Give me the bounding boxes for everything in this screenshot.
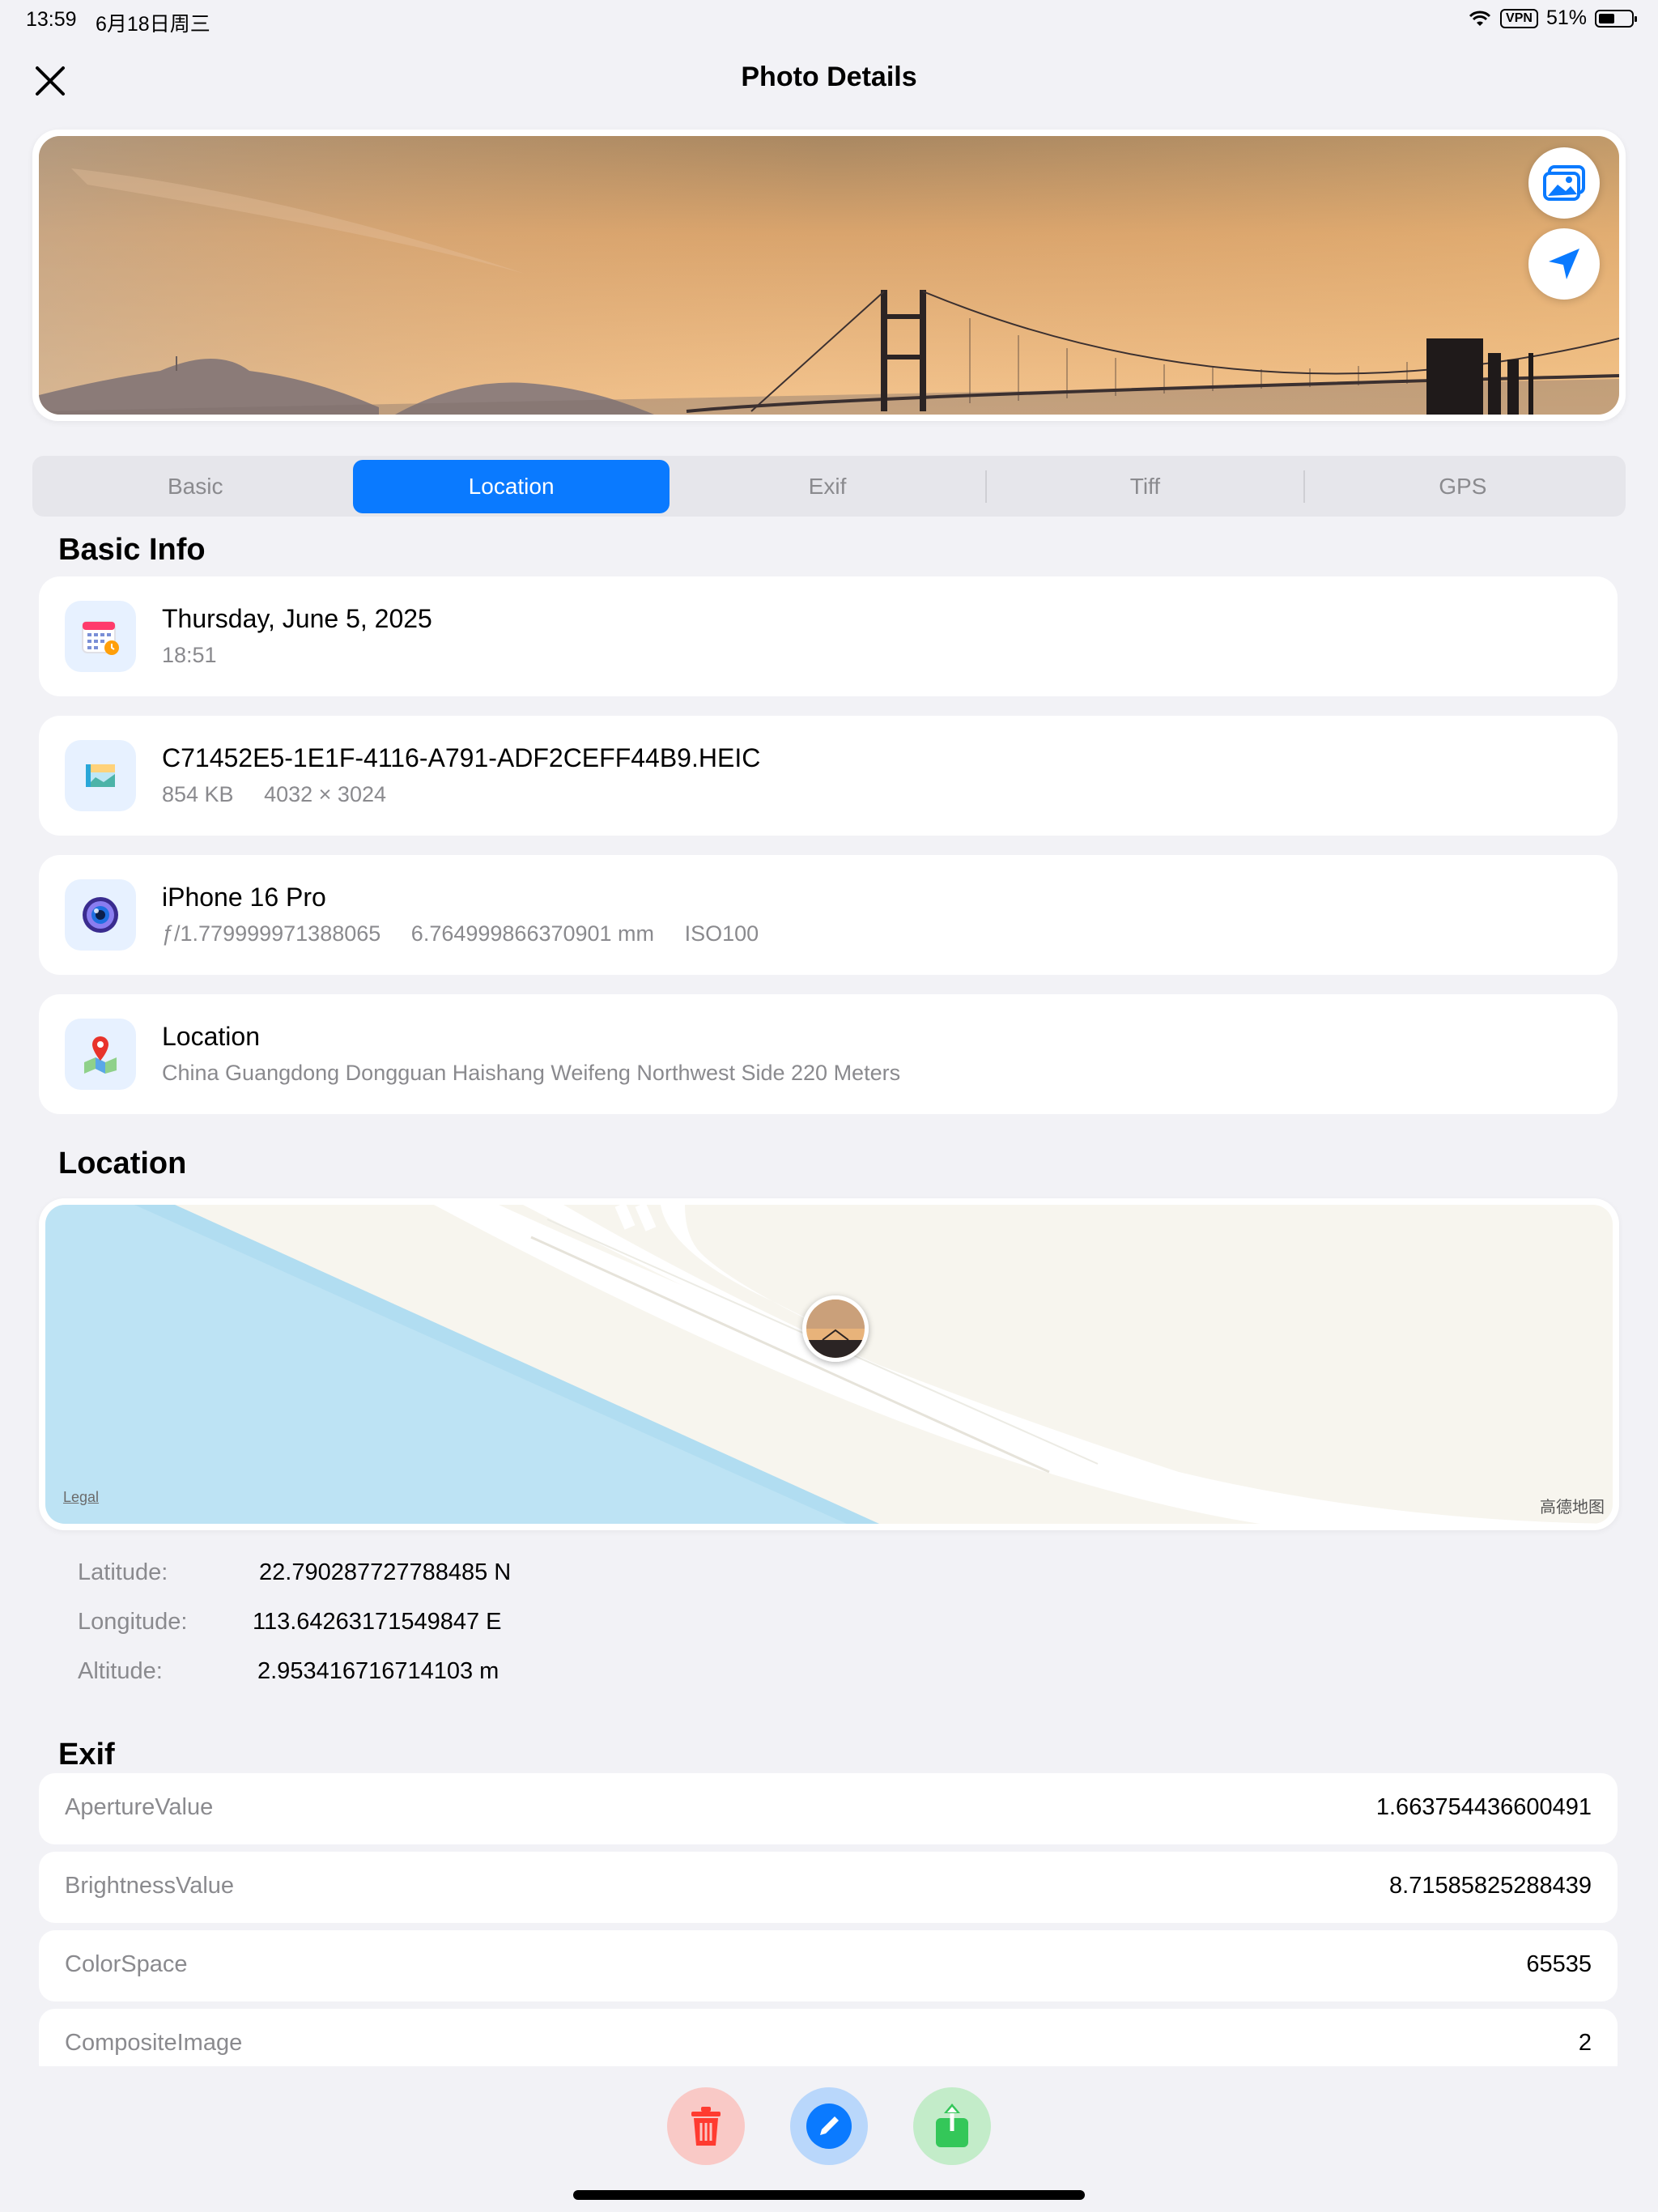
- longitude-value: 113.64263171549847 E: [253, 1609, 502, 1635]
- photo-location-pin[interactable]: [802, 1295, 869, 1362]
- open-photo-button[interactable]: [1528, 147, 1600, 219]
- vpn-badge: VPN: [1500, 8, 1538, 28]
- status-date: 6月18日周三: [96, 13, 210, 36]
- pencil-icon: [806, 2104, 852, 2149]
- longitude-label: Longitude:: [78, 1609, 188, 1635]
- battery-level: [1599, 13, 1614, 23]
- home-indicator[interactable]: [573, 2190, 1085, 2200]
- navigate-button[interactable]: [1528, 228, 1600, 300]
- exif-heading: Exif: [58, 1738, 115, 1772]
- aperture-value: ƒ/1.779999971388065: [162, 921, 381, 946]
- location-map[interactable]: Legal 高德地图: [39, 1198, 1619, 1530]
- basic-info-heading: Basic Info: [58, 533, 206, 567]
- altitude-label: Altitude:: [78, 1658, 163, 1684]
- location-title: Location: [162, 1022, 260, 1051]
- map-provider-logo: 高德地图: [1540, 1499, 1605, 1516]
- tab-exif[interactable]: Exif: [670, 460, 985, 513]
- share-icon: [936, 2104, 968, 2147]
- exif-value: 1.663754436600491: [1375, 1794, 1592, 1820]
- altitude-row: Altitude: 2.953416716714103 m: [78, 1658, 499, 1685]
- trash-icon: [691, 2107, 721, 2146]
- date-title: Thursday, June 5, 2025: [162, 604, 432, 633]
- page-title: Photo Details: [741, 62, 917, 92]
- camera-settings: ƒ/1.779999971388065 6.764999866370901 mm…: [162, 921, 783, 946]
- file-card[interactable]: C71452E5-1E1F-4116-A791-ADF2CEFF44B9.HEI…: [39, 716, 1618, 836]
- status-indicators: VPN 51%: [1468, 6, 1637, 30]
- exif-value: 65535: [1526, 1951, 1592, 1977]
- file-meta: 854 KB 4032 × 3024: [162, 782, 410, 807]
- share-button[interactable]: [913, 2087, 991, 2165]
- exif-value: 2: [1578, 2030, 1592, 2056]
- exif-key: BrightnessValue: [65, 1873, 235, 1899]
- tab-gps[interactable]: GPS: [1305, 460, 1621, 513]
- exif-key: ApertureValue: [65, 1794, 214, 1820]
- exif-row[interactable]: ApertureValue 1.663754436600491: [39, 1773, 1618, 1844]
- photo-details-screen: 13:59 6月18日周三 VPN 51% Photo Details Basi…: [0, 0, 1658, 2212]
- camera-lens-icon: [65, 879, 136, 951]
- tab-location[interactable]: Location: [353, 459, 670, 513]
- image-file-icon: [65, 740, 136, 811]
- exif-row[interactable]: BrightnessValue 8.71585825288439: [39, 1852, 1618, 1923]
- location-heading: Location: [58, 1146, 187, 1180]
- iso-value: ISO100: [684, 921, 759, 946]
- map-pin-icon: [65, 1019, 136, 1090]
- battery-icon: [1595, 9, 1637, 28]
- photo-image: [39, 136, 1619, 415]
- exif-value: 8.71585825288439: [1389, 1873, 1592, 1899]
- date-time: 18:51: [162, 643, 217, 667]
- tab-tiff[interactable]: Tiff: [987, 460, 1303, 513]
- photos-icon: [1543, 165, 1585, 201]
- latitude-row: Latitude: 22.790287727788485 N: [78, 1559, 511, 1586]
- status-bar: 13:59 6月18日周三 VPN 51%: [0, 0, 1658, 39]
- exif-key: CompositeImage: [65, 2030, 243, 2056]
- file-size: 854 KB: [162, 782, 234, 806]
- camera-model: iPhone 16 Pro: [162, 883, 326, 912]
- tab-basic[interactable]: Basic: [37, 460, 353, 513]
- exif-row[interactable]: ColorSpace 65535: [39, 1930, 1618, 2001]
- delete-button[interactable]: [667, 2087, 745, 2165]
- camera-card[interactable]: iPhone 16 Pro ƒ/1.779999971388065 6.7649…: [39, 855, 1618, 975]
- location-card[interactable]: Location China Guangdong Dongguan Haisha…: [39, 994, 1618, 1114]
- date-card[interactable]: Thursday, June 5, 2025 18:51: [39, 576, 1618, 696]
- altitude-value: 2.953416716714103 m: [257, 1658, 500, 1684]
- battery-percent: 51%: [1545, 6, 1587, 29]
- file-name: C71452E5-1E1F-4116-A791-ADF2CEFF44B9.HEI…: [162, 743, 761, 772]
- legal-link[interactable]: Legal: [63, 1489, 99, 1506]
- photo-preview[interactable]: [32, 130, 1626, 421]
- calendar-icon: [65, 601, 136, 672]
- location-arrow-icon: [1549, 249, 1579, 279]
- tab-bar: Basic Location Exif Tiff GPS: [32, 456, 1626, 517]
- exif-key: ColorSpace: [65, 1951, 188, 1977]
- latitude-value: 22.790287727788485 N: [259, 1559, 512, 1585]
- status-time: 13:59: [26, 8, 77, 31]
- focal-length-value: 6.764999866370901 mm: [410, 921, 655, 946]
- map-view[interactable]: Legal 高德地图: [45, 1205, 1613, 1524]
- latitude-label: Latitude:: [78, 1559, 168, 1585]
- longitude-row: Longitude: 113.64263171549847 E: [78, 1609, 502, 1636]
- wifi-icon: [1469, 11, 1491, 26]
- file-dimensions: 4032 × 3024: [264, 782, 386, 806]
- edit-button[interactable]: [790, 2087, 868, 2165]
- location-address: China Guangdong Dongguan Haishang Weifen…: [162, 1061, 901, 1085]
